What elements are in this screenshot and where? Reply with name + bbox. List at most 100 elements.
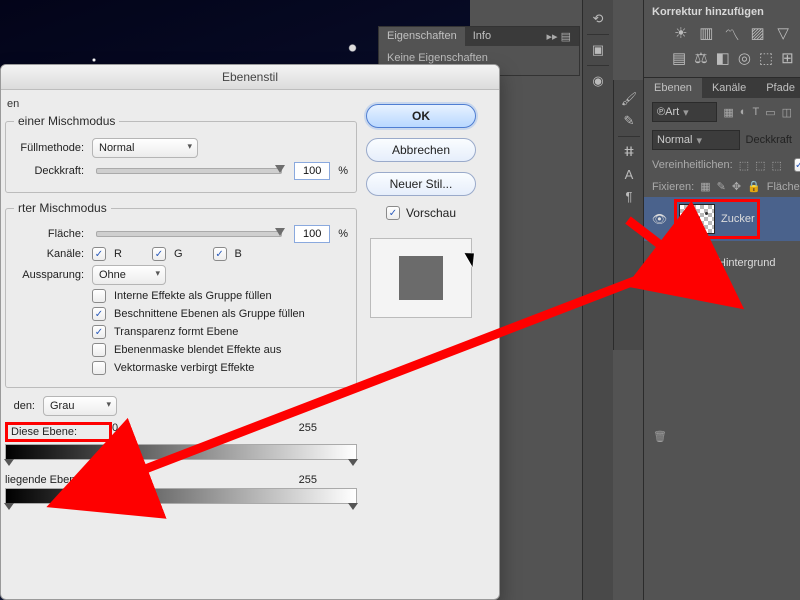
lock-trans-icon[interactable]: ▦ <box>700 180 710 193</box>
this-layer-label: Diese Ebene: <box>5 422 112 442</box>
general-blend-legend: einer Mischmodus <box>14 114 119 128</box>
history-icon[interactable]: ⟲ <box>587 10 609 28</box>
blend-mode-select[interactable]: Normal <box>652 130 740 150</box>
fill-slider[interactable] <box>96 231 282 237</box>
advanced-blend-group: rter Mischmodus Fläche: 100 % Kanäle: R … <box>5 201 357 388</box>
filter-type-icon[interactable]: T <box>752 106 759 118</box>
opt-int-fx-checkbox[interactable] <box>92 289 106 303</box>
hsl-icon[interactable]: ▤ <box>672 49 686 67</box>
unify-pos-icon[interactable]: ⬚ <box>739 159 749 172</box>
panel-collapse-icon[interactable]: ▸▸ ▤ <box>539 27 580 46</box>
layer-name[interactable]: Zucker <box>721 213 755 225</box>
visibility-icon[interactable]: 👁 <box>652 256 666 270</box>
this-layer-hi: 255 <box>299 422 317 442</box>
brush-presets-icon[interactable]: ✎ <box>618 112 640 130</box>
percent-sign: % <box>338 228 348 240</box>
photo-filter-icon[interactable]: ◎ <box>738 49 751 67</box>
frame-checkbox[interactable] <box>794 158 800 172</box>
lock-move-icon[interactable]: ✥ <box>732 180 741 193</box>
fill-dlg-label: Fläche: <box>14 228 84 240</box>
tab-channels[interactable]: Kanäle <box>702 78 756 98</box>
brush-icon[interactable]: 🖌 <box>618 90 640 108</box>
channel-g-checkbox[interactable] <box>152 247 166 261</box>
bw-icon[interactable]: ◧ <box>716 49 730 67</box>
brightness-contrast-icon[interactable]: ☀ <box>672 24 690 45</box>
opt-trans-shapes-label: Transparenz formt Ebene <box>114 326 238 338</box>
opt-vmask-fx-label: Vektormaske verbirgt Effekte <box>114 362 254 374</box>
under-layer-hi: 255 <box>299 474 317 486</box>
vibrance-icon[interactable]: ▽ <box>774 24 792 45</box>
unify-vis-icon[interactable]: ⬚ <box>755 159 765 172</box>
opacity-dlg-label: Deckkraft: <box>14 165 84 177</box>
knockout-label: Aussparung: <box>14 269 84 281</box>
channel-r-checkbox[interactable] <box>92 247 106 261</box>
layer-row-hintergrund[interactable]: 👁 Hintergrund <box>644 241 800 285</box>
blend-mode-dialog-select[interactable]: Normal <box>92 138 198 158</box>
advanced-blend-legend: rter Mischmodus <box>14 201 111 215</box>
trash-icon[interactable]: 🗑 <box>653 430 667 443</box>
icon-dock-right-2: 🖌 ✎ ⵌ A ¶ <box>613 80 644 350</box>
opt-trans-shapes-checkbox[interactable] <box>92 325 106 339</box>
opacity-value[interactable]: 100 <box>294 162 330 180</box>
layer-row-zucker[interactable]: 👁 Zucker <box>644 197 800 241</box>
channel-mixer-icon[interactable]: ⬚ <box>759 49 773 67</box>
color-balance-icon[interactable]: ⚖ <box>694 49 707 67</box>
preview-label: Vorschau <box>406 206 456 220</box>
channels-label: Kanäle: <box>14 248 84 260</box>
layer-name[interactable]: Hintergrund <box>718 257 792 269</box>
lock-label: Fixieren: <box>652 181 694 193</box>
swatches-icon[interactable]: ⵌ <box>618 143 640 161</box>
exposure-icon[interactable]: ▨ <box>749 24 767 45</box>
levels-icon[interactable]: ▥ <box>698 24 716 45</box>
fill-value[interactable]: 100 <box>294 225 330 243</box>
character-icon[interactable]: A <box>618 165 640 183</box>
channel-b-checkbox[interactable] <box>213 247 227 261</box>
layer-thumb-zucker[interactable] <box>679 204 715 234</box>
filter-shape-icon[interactable]: ▭ <box>765 106 775 119</box>
opt-clip-group-checkbox[interactable] <box>92 307 106 321</box>
properties-icon[interactable]: ◉ <box>587 72 609 90</box>
lock-all-icon[interactable]: 🔒 <box>747 180 761 193</box>
opt-mask-fx-label: Ebenenmaske blendet Effekte aus <box>114 344 281 356</box>
ok-button[interactable]: OK <box>366 104 476 128</box>
layer-style-dialog: Ebenenstil OK Abbrechen Neuer Stil... Vo… <box>0 64 500 600</box>
opt-vmask-fx-checkbox[interactable] <box>92 361 106 375</box>
under-layer-gradient[interactable] <box>5 488 357 504</box>
tab-paths[interactable]: Pfade <box>756 78 800 98</box>
layer-thumb-hintergrund[interactable] <box>674 248 710 278</box>
cube-3d-icon[interactable]: ▣ <box>587 41 609 59</box>
unify-label: Vereinheitlichen: <box>652 159 733 171</box>
lookup-icon[interactable]: ⊞ <box>781 49 794 67</box>
layers-panel: Ebenen Kanäle Pfade ℗ Art ▦ ◐ T ▭ ◫ Norm… <box>644 77 800 285</box>
tab-properties[interactable]: Eigenschaften <box>379 27 465 46</box>
tab-layers[interactable]: Ebenen <box>644 78 702 98</box>
channel-g-label: G <box>174 248 183 260</box>
filter-smart-icon[interactable]: ◫ <box>782 106 792 119</box>
preview-swatch <box>370 238 472 318</box>
filter-pixel-icon[interactable]: ▦ <box>723 106 733 119</box>
lock-paint-icon[interactable]: ✎ <box>717 180 726 193</box>
right-panel-stack: Korrektur hinzufügen ☀ ▥ 〽 ▨ ▽ ▤ ⚖ ◧ ◎ ⬚… <box>643 0 800 600</box>
adjustments-title: Korrektur hinzufügen <box>652 4 792 24</box>
blend-mode-label: Füllmethode: <box>14 142 84 154</box>
curves-icon[interactable]: 〽 <box>723 24 741 45</box>
new-style-button[interactable]: Neuer Stil... <box>366 172 476 196</box>
blendif-label: den: <box>5 400 35 412</box>
filter-adjust-icon[interactable]: ◐ <box>740 106 747 118</box>
visibility-icon[interactable]: 👁 <box>652 212 666 226</box>
unify-style-icon[interactable]: ⬚ <box>772 159 782 172</box>
opt-clip-group-label: Beschnittene Ebenen als Gruppe füllen <box>114 308 305 320</box>
this-layer-gradient[interactable] <box>5 444 357 460</box>
tab-info[interactable]: Info <box>465 27 499 46</box>
under-layer-label: liegende Ebene: <box>5 474 100 486</box>
cancel-button[interactable]: Abbrechen <box>366 138 476 162</box>
preview-checkbox[interactable] <box>386 206 400 220</box>
opacity-slider[interactable] <box>96 168 282 174</box>
channel-b-label: B <box>235 248 242 260</box>
paragraph-icon[interactable]: ¶ <box>618 187 640 205</box>
blendif-space-select[interactable]: Grau <box>43 396 117 416</box>
knockout-select[interactable]: Ohne <box>92 265 166 285</box>
opt-mask-fx-checkbox[interactable] <box>92 343 106 357</box>
channel-r-label: R <box>114 248 122 260</box>
layer-filter-kind[interactable]: ℗ Art <box>652 102 717 122</box>
